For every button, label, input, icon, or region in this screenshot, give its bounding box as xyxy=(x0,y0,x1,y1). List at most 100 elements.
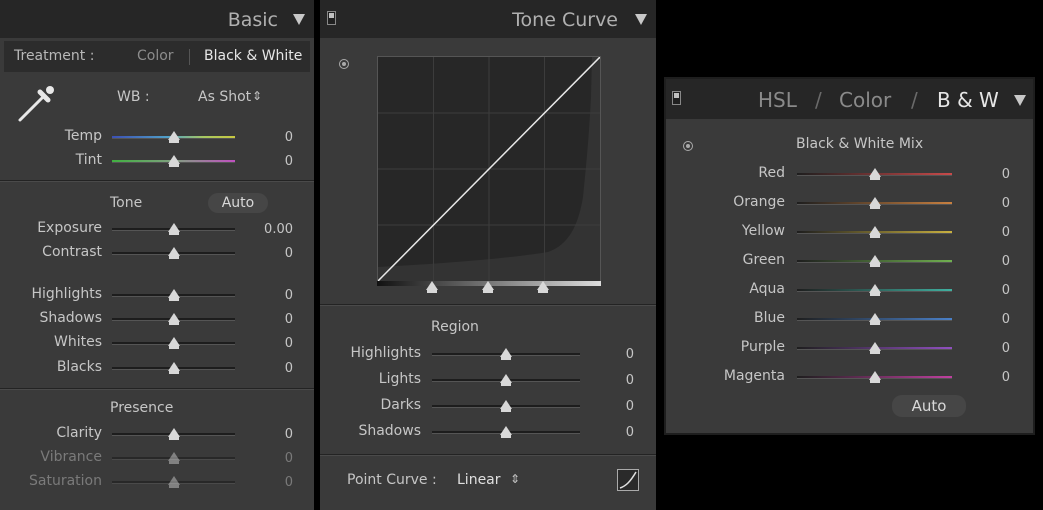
edit-point-curve-icon[interactable] xyxy=(617,469,639,491)
vibrance-slider-thumb xyxy=(167,452,180,464)
wb-updown-icon[interactable]: ⇕ xyxy=(252,89,262,103)
purple-slider-thumb[interactable] xyxy=(868,342,881,354)
divider xyxy=(0,180,314,182)
basic-panel: Basic Treatment : Color Black & White WB… xyxy=(0,0,314,510)
whites-slider-thumb[interactable] xyxy=(167,337,180,349)
tone-auto-button[interactable]: Auto xyxy=(208,193,268,213)
basic-title: Basic xyxy=(227,9,278,31)
tint-value[interactable]: 0 xyxy=(285,154,293,169)
tc-darks-label: Darks xyxy=(380,397,421,413)
tab-separator: / xyxy=(911,88,918,112)
tab-hsl[interactable]: HSL xyxy=(758,88,797,112)
targeted-adjustment-icon[interactable] xyxy=(683,141,693,151)
green-value[interactable]: 0 xyxy=(1002,254,1010,269)
purple-value[interactable]: 0 xyxy=(1002,341,1010,356)
exposure-value[interactable]: 0.00 xyxy=(264,222,293,237)
tc-darks-value[interactable]: 0 xyxy=(626,399,634,414)
blue-value[interactable]: 0 xyxy=(1002,312,1010,327)
highlights-value[interactable]: 0 xyxy=(285,288,293,303)
saturation-slider-thumb xyxy=(167,476,180,488)
orange-slider-thumb[interactable] xyxy=(868,197,881,209)
tab-separator: / xyxy=(815,88,822,112)
red-slider-thumb[interactable] xyxy=(868,168,881,180)
whites-value[interactable]: 0 xyxy=(285,336,293,351)
tc-shadows-label: Shadows xyxy=(358,423,421,439)
point-curve-label: Point Curve : xyxy=(347,472,437,488)
treatment-row: Treatment : Color Black & White xyxy=(4,41,310,72)
magenta-value[interactable]: 0 xyxy=(1002,370,1010,385)
bw-mix-title: Black & White Mix xyxy=(796,136,924,152)
contrast-slider-thumb[interactable] xyxy=(167,247,180,259)
tone-curve-header[interactable]: Tone Curve xyxy=(320,0,656,38)
highlights-label: Highlights xyxy=(31,286,103,302)
magenta-slider-thumb[interactable] xyxy=(868,371,881,383)
tc-shadows-value[interactable]: 0 xyxy=(626,425,634,440)
blacks-slider-thumb[interactable] xyxy=(167,362,180,374)
treatment-color-option[interactable]: Color xyxy=(137,48,174,64)
blacks-value[interactable]: 0 xyxy=(285,361,293,376)
purple-label: Purple xyxy=(740,339,785,355)
red-label: Red xyxy=(758,165,785,181)
blue-label: Blue xyxy=(754,310,785,326)
tc-lights-value[interactable]: 0 xyxy=(626,373,634,388)
highlights-slider-thumb[interactable] xyxy=(167,289,180,301)
magenta-label: Magenta xyxy=(723,368,785,384)
point-curve-updown-icon[interactable]: ⇕ xyxy=(510,472,520,486)
tab-bw[interactable]: B & W xyxy=(937,88,999,112)
clarity-label: Clarity xyxy=(56,425,102,441)
split-point-shadows-thumb[interactable] xyxy=(426,281,438,293)
split-point-midtones-thumb[interactable] xyxy=(482,281,494,293)
green-slider-thumb[interactable] xyxy=(868,255,881,267)
tint-slider-thumb[interactable] xyxy=(167,155,180,167)
yellow-value[interactable]: 0 xyxy=(1002,225,1010,240)
yellow-label: Yellow xyxy=(741,223,785,239)
exposure-slider-thumb[interactable] xyxy=(167,223,180,235)
treatment-bw-option[interactable]: Black & White xyxy=(204,48,302,64)
panel-toggle-switch[interactable] xyxy=(327,11,336,25)
tc-highlights-value[interactable]: 0 xyxy=(626,347,634,362)
aqua-value[interactable]: 0 xyxy=(1002,283,1010,298)
clarity-value[interactable]: 0 xyxy=(285,427,293,442)
tc-highlights-slider-thumb[interactable] xyxy=(500,348,512,360)
shadows-value[interactable]: 0 xyxy=(285,312,293,327)
tc-shadows-slider-thumb[interactable] xyxy=(500,426,512,438)
tc-darks-slider-thumb[interactable] xyxy=(500,400,512,412)
temp-label: Temp xyxy=(64,128,102,144)
yellow-slider-thumb[interactable] xyxy=(868,226,881,238)
tone-section-label: Tone xyxy=(110,195,143,211)
shadows-label: Shadows xyxy=(39,310,102,326)
clarity-slider-thumb[interactable] xyxy=(167,428,180,440)
bw-auto-button[interactable]: Auto xyxy=(892,395,966,417)
curve-graph[interactable] xyxy=(377,56,601,282)
temp-value[interactable]: 0 xyxy=(285,130,293,145)
tab-color[interactable]: Color xyxy=(839,88,891,112)
targeted-adjustment-icon[interactable] xyxy=(339,59,349,69)
red-value[interactable]: 0 xyxy=(1002,167,1010,182)
panel-toggle-switch[interactable] xyxy=(672,91,681,105)
collapse-triangle-icon[interactable] xyxy=(293,14,305,25)
vibrance-value: 0 xyxy=(284,451,293,466)
temp-slider-thumb[interactable] xyxy=(167,131,180,143)
basic-header[interactable]: Basic xyxy=(0,0,314,38)
blue-slider-thumb[interactable] xyxy=(868,313,881,325)
eyedropper-icon[interactable] xyxy=(14,82,58,126)
treatment-label: Treatment : xyxy=(14,48,95,64)
collapse-triangle-icon[interactable] xyxy=(1014,95,1026,106)
orange-value[interactable]: 0 xyxy=(1002,196,1010,211)
contrast-value[interactable]: 0 xyxy=(285,246,293,261)
shadows-slider-thumb[interactable] xyxy=(167,313,180,325)
tc-highlights-label: Highlights xyxy=(350,345,422,361)
split-point-highlights-thumb[interactable] xyxy=(537,281,549,293)
treatment-separator xyxy=(189,49,190,65)
hsl-header: HSL / Color / B & W xyxy=(666,79,1033,119)
aqua-slider-thumb[interactable] xyxy=(868,284,881,296)
point-curve-value[interactable]: Linear xyxy=(457,472,501,488)
tc-lights-slider-thumb[interactable] xyxy=(500,374,512,386)
tint-label: Tint xyxy=(75,152,102,168)
blacks-label: Blacks xyxy=(56,359,102,375)
green-label: Green xyxy=(742,252,785,268)
wb-label: WB : xyxy=(117,89,150,105)
tone-curve-panel: Tone Curve Region Highlights 0 Lights 0 xyxy=(320,0,656,510)
collapse-triangle-icon[interactable] xyxy=(635,14,647,25)
wb-value[interactable]: As Shot xyxy=(198,89,251,105)
